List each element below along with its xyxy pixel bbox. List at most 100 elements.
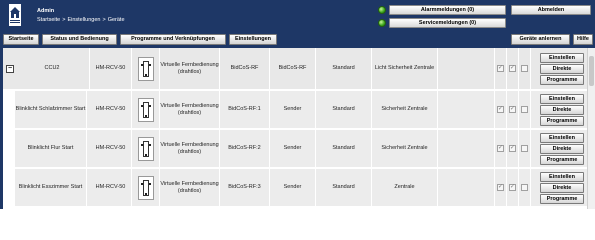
- protocol-checkbox[interactable]: [519, 91, 531, 128]
- breadcrumb-devices: Geräte: [107, 17, 125, 23]
- logout-button[interactable]: Abmelden: [511, 5, 591, 15]
- device-type: HM-RCV-50: [90, 169, 132, 206]
- device-image: [132, 130, 160, 167]
- device-address: BidCoS-RF:1: [220, 91, 270, 128]
- device-direction: Sender: [270, 91, 316, 128]
- direct-links-button[interactable]: Direkte: [540, 104, 584, 115]
- remote-control-icon: [137, 97, 154, 122]
- user-name: Admin: [37, 8, 55, 14]
- device-description: Virtuelle Fernbedienung (drahtlos): [160, 130, 220, 167]
- programs-button[interactable]: Programme: [540, 115, 584, 126]
- remote-control-icon: [137, 175, 154, 200]
- settings-button[interactable]: Einstellen: [540, 52, 584, 63]
- check-icon: ✓: [497, 106, 504, 113]
- table-row[interactable]: − CCU2 HM-RCV-50 Virtuelle Fernbedienung…: [3, 48, 587, 90]
- usable-checkbox[interactable]: ✓: [507, 91, 519, 128]
- device-image: [132, 169, 160, 206]
- channel-name: Blinklicht Esszimmer Start: [15, 169, 87, 206]
- direct-links-button[interactable]: Direkte: [540, 143, 584, 154]
- check-icon: ✓: [497, 145, 504, 152]
- nav-settings-button[interactable]: Einstellungen: [229, 34, 277, 45]
- programs-button[interactable]: Programme: [540, 74, 584, 85]
- vertical-scrollbar[interactable]: [587, 48, 595, 209]
- remote-control-icon: [137, 136, 154, 161]
- device-functions: Sicherheit Zentrale: [372, 91, 438, 128]
- service-messages-button[interactable]: Servicemeldungen (0): [389, 18, 506, 28]
- header: Admin Startseite > Einstellungen > Geräte Al…: [0, 0, 595, 32]
- transfer-mode: Standard: [316, 130, 372, 167]
- service-status-led-icon: [378, 19, 386, 27]
- channel-name: Blinklicht Schlafzimmer Start: [15, 91, 87, 128]
- empty-checkbox-icon: [521, 145, 528, 152]
- protocol-checkbox[interactable]: [519, 130, 531, 167]
- main-navigation: Startseite Status und Bedienung Programm…: [0, 32, 595, 48]
- breadcrumb-separator: >: [102, 17, 106, 23]
- visible-checkbox[interactable]: ✓: [495, 169, 507, 206]
- device-type: HM-RCV-50: [90, 91, 132, 128]
- breadcrumb: Startseite > Einstellungen > Geräte: [37, 17, 125, 23]
- device-table: − CCU2 HM-RCV-50 Virtuelle Fernbedienung…: [0, 48, 595, 209]
- alarm-status-led-icon: [378, 6, 386, 14]
- device-address: BidCoS-RF:2: [220, 130, 270, 167]
- visible-checkbox[interactable]: ✓: [495, 130, 507, 167]
- device-functions: Sicherheit Zentrale: [372, 130, 438, 167]
- device-direction: Sender: [270, 130, 316, 167]
- nav-home-button[interactable]: Startseite: [3, 34, 39, 45]
- row-actions: Einstellen Direkte Programme: [540, 48, 584, 89]
- remote-control-icon: [137, 56, 154, 81]
- device-address: BidCoS-RF:3: [220, 169, 270, 206]
- collapse-icon[interactable]: −: [6, 65, 14, 73]
- direct-links-button[interactable]: Direkte: [540, 63, 584, 74]
- device-functions: Zentrale: [372, 169, 438, 206]
- device-notes: [438, 130, 495, 167]
- settings-button[interactable]: Einstellen: [540, 93, 584, 104]
- usable-checkbox[interactable]: ✓: [507, 48, 519, 89]
- programs-button[interactable]: Programme: [540, 154, 584, 165]
- visible-checkbox[interactable]: ✓: [495, 91, 507, 128]
- usable-checkbox[interactable]: ✓: [507, 169, 519, 206]
- row-actions: Einstellen Direkte Programme: [540, 169, 584, 206]
- check-icon: ✓: [497, 65, 504, 72]
- device-description: Virtuelle Fernbedienung (drahtlos): [160, 91, 220, 128]
- protocol-checkbox[interactable]: [519, 169, 531, 206]
- table-row[interactable]: Blinklicht Esszimmer Start HM-RCV-50 Vir…: [15, 169, 587, 207]
- visible-checkbox[interactable]: ✓: [495, 48, 507, 89]
- house-icon[interactable]: [8, 4, 22, 26]
- breadcrumb-home[interactable]: Startseite: [37, 17, 60, 23]
- device-description: Virtuelle Fernbedienung (drahtlos): [160, 48, 220, 89]
- nav-programs-button[interactable]: Programme und Verknüpfungen: [120, 34, 226, 45]
- protocol-checkbox[interactable]: [519, 48, 531, 89]
- table-row[interactable]: Blinklicht Flur Start HM-RCV-50 Virtuell…: [15, 130, 587, 168]
- alarm-messages-button[interactable]: Alarmmeldungen (0): [389, 5, 506, 15]
- check-icon: ✓: [509, 65, 516, 72]
- help-button[interactable]: Hilfe: [573, 34, 593, 45]
- programs-button[interactable]: Programme: [540, 193, 584, 204]
- device-notes: [438, 169, 495, 206]
- nav-status-button[interactable]: Status und Bedienung: [42, 34, 117, 45]
- check-icon: ✓: [509, 106, 516, 113]
- row-actions: Einstellen Direkte Programme: [540, 91, 584, 128]
- device-description: Virtuelle Fernbedienung (drahtlos): [160, 169, 220, 206]
- device-address: BidCoS-RF: [220, 48, 270, 89]
- scrollbar-thumb[interactable]: [589, 56, 594, 86]
- row-actions: Einstellen Direkte Programme: [540, 130, 584, 167]
- empty-checkbox-icon: [521, 184, 528, 191]
- device-functions: Licht Sicherheit Zentrale: [372, 48, 438, 89]
- usable-checkbox[interactable]: ✓: [507, 130, 519, 167]
- settings-button[interactable]: Einstellen: [540, 132, 584, 143]
- transfer-mode: Standard: [316, 48, 372, 89]
- device-type: HM-RCV-50: [90, 130, 132, 167]
- device-name: CCU2: [15, 48, 90, 89]
- device-notes: [438, 48, 495, 89]
- device-direction: Sender: [270, 169, 316, 206]
- direct-links-button[interactable]: Direkte: [540, 182, 584, 193]
- settings-button[interactable]: Einstellen: [540, 171, 584, 182]
- check-icon: ✓: [509, 145, 516, 152]
- device-direction: BidCoS-RF: [270, 48, 316, 89]
- channel-name: Blinklicht Flur Start: [15, 130, 87, 167]
- breadcrumb-settings[interactable]: Einstellungen: [67, 17, 100, 23]
- empty-checkbox-icon: [521, 65, 528, 72]
- transfer-mode: Standard: [316, 91, 372, 128]
- table-row[interactable]: Blinklicht Schlafzimmer Start HM-RCV-50 …: [15, 91, 587, 129]
- teach-devices-button[interactable]: Geräte anlernen: [511, 34, 570, 45]
